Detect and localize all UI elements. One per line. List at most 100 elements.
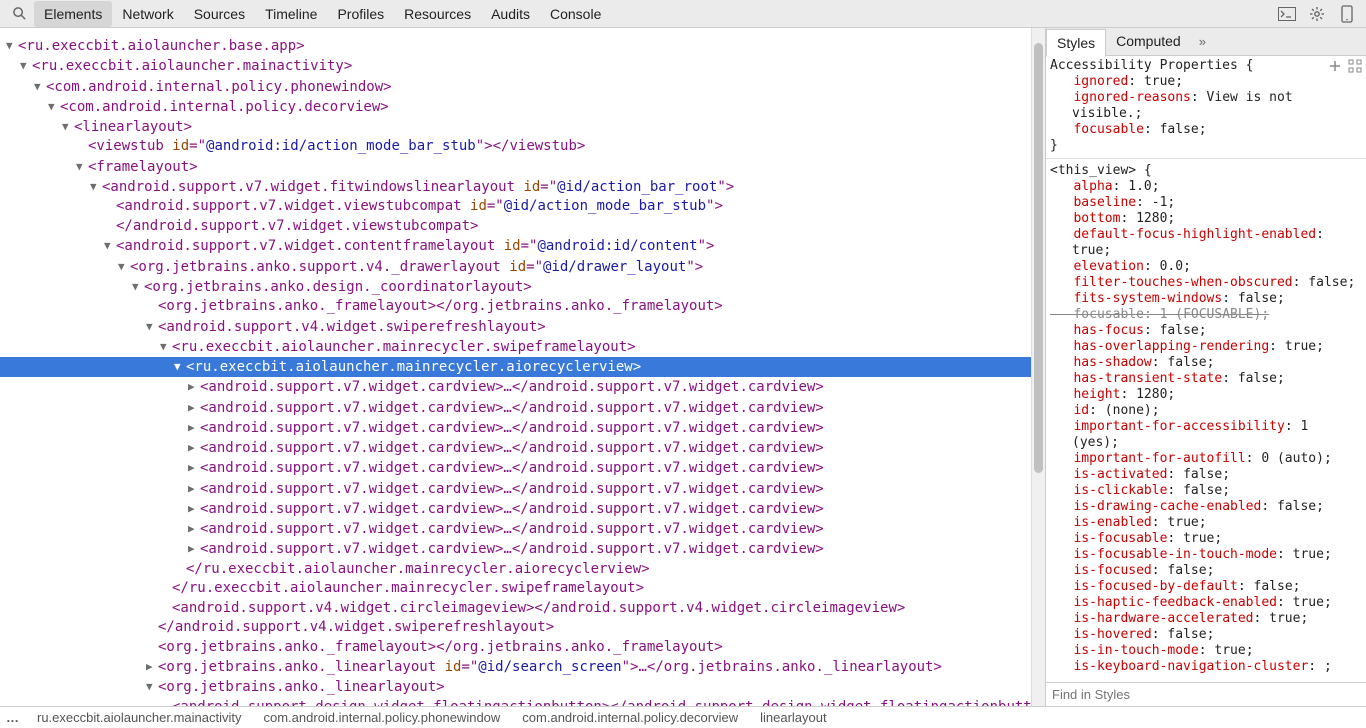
- style-property[interactable]: is-focusable-in-touch-mode: true;: [1050, 547, 1362, 563]
- style-property[interactable]: focusable: 1 (FOCUSABLE);: [1050, 307, 1362, 323]
- tree-node[interactable]: <org.jetbrains.anko._framelayout></org.j…: [0, 638, 1031, 658]
- tab-sources[interactable]: Sources: [184, 1, 255, 27]
- tree-node[interactable]: ▼<framelayout>: [0, 157, 1031, 177]
- main-split: ▼<ru.execcbit.aiolauncher.base.app>▼<ru.…: [0, 28, 1366, 706]
- tree-node[interactable]: ▶<android.support.v7.widget.cardview>…</…: [0, 398, 1031, 418]
- style-property[interactable]: is-keyboard-navigation-cluster: ;: [1050, 659, 1362, 675]
- tree-node[interactable]: ▼<com.android.internal.policy.phonewindo…: [0, 77, 1031, 97]
- tree-node[interactable]: ▼<ru.execcbit.aiolauncher.mainactivity>: [0, 56, 1031, 76]
- tree-node[interactable]: <org.jetbrains.anko._framelayout></org.j…: [0, 297, 1031, 317]
- tab-resources[interactable]: Resources: [394, 1, 481, 27]
- tree-node[interactable]: ▼<linearlayout>: [0, 117, 1031, 137]
- style-property[interactable]: has-shadow: false;: [1050, 355, 1362, 371]
- styles-body[interactable]: Accessibility Properties { ignored: true…: [1046, 56, 1366, 682]
- style-property[interactable]: is-focused-by-default: false;: [1050, 579, 1362, 595]
- panel-tabs: ElementsNetworkSourcesTimelineProfilesRe…: [34, 1, 1272, 27]
- tree-node[interactable]: ▼<android.support.v4.widget.swiperefresh…: [0, 317, 1031, 337]
- breadcrumb-item[interactable]: com.android.internal.policy.phonewindow: [264, 710, 501, 725]
- main-toolbar: ElementsNetworkSourcesTimelineProfilesRe…: [0, 0, 1366, 28]
- scrollbar-thumb[interactable]: [1034, 43, 1043, 473]
- style-property[interactable]: ignored: true;: [1050, 74, 1362, 90]
- more-tabs-icon[interactable]: »: [1191, 29, 1214, 54]
- tree-node[interactable]: ▼<android.support.v7.widget.contentframe…: [0, 236, 1031, 256]
- tab-profiles[interactable]: Profiles: [327, 1, 394, 27]
- tree-node[interactable]: ▶<android.support.v7.widget.cardview>…</…: [0, 438, 1031, 458]
- style-property[interactable]: is-focused: false;: [1050, 563, 1362, 579]
- tree-node[interactable]: ▶<android.support.v7.widget.cardview>…</…: [0, 418, 1031, 438]
- style-property[interactable]: is-focusable: true;: [1050, 531, 1362, 547]
- breadcrumb-item[interactable]: linearlayout: [760, 710, 827, 725]
- style-property[interactable]: bottom: 1280;: [1050, 211, 1362, 227]
- filter-icon[interactable]: [1348, 59, 1362, 73]
- style-property[interactable]: baseline: -1;: [1050, 195, 1362, 211]
- tab-console[interactable]: Console: [540, 1, 611, 27]
- style-property[interactable]: important-for-autofill: 0 (auto);: [1050, 451, 1362, 467]
- tree-node[interactable]: ▼<org.jetbrains.anko._linearlayout>: [0, 677, 1031, 697]
- style-property[interactable]: default-focus-highlight-enabled: true;: [1050, 227, 1362, 259]
- tree-node[interactable]: <android.support.v7.widget.viewstubcompa…: [0, 197, 1031, 217]
- breadcrumb-item[interactable]: ru.execcbit.aiolauncher.mainactivity: [37, 710, 242, 725]
- console-toggle-icon[interactable]: [1278, 5, 1296, 23]
- style-property[interactable]: ignored-reasons: View is not visible.;: [1050, 90, 1362, 122]
- tree-node[interactable]: ▶<android.support.v7.widget.cardview>…</…: [0, 458, 1031, 478]
- tree-node[interactable]: <android.support.v4.widget.circleimagevi…: [0, 599, 1031, 619]
- tab-elements[interactable]: Elements: [34, 1, 112, 27]
- breadcrumb-item[interactable]: com.android.internal.policy.decorview: [522, 710, 738, 725]
- style-property[interactable]: focusable: false;: [1050, 122, 1362, 138]
- settings-gear-icon[interactable]: [1308, 5, 1326, 23]
- search-icon[interactable]: [10, 5, 28, 23]
- tree-node[interactable]: </ru.execcbit.aiolauncher.mainrecycler.s…: [0, 579, 1031, 599]
- tree-node[interactable]: ▼<ru.execcbit.aiolauncher.mainrecycler.s…: [0, 337, 1031, 357]
- tree-node[interactable]: </ru.execcbit.aiolauncher.mainrecycler.a…: [0, 560, 1031, 580]
- tree-node[interactable]: ▶<android.support.v7.widget.cardview>…</…: [0, 499, 1031, 519]
- device-icon[interactable]: [1338, 5, 1356, 23]
- style-property[interactable]: is-hovered: false;: [1050, 627, 1362, 643]
- tree-node[interactable]: ▶<android.support.v7.widget.cardview>…</…: [0, 479, 1031, 499]
- tree-node[interactable]: ▼<com.android.internal.policy.decorview>: [0, 97, 1031, 117]
- style-property[interactable]: is-drawing-cache-enabled: false;: [1050, 499, 1362, 515]
- style-property[interactable]: elevation: 0.0;: [1050, 259, 1362, 275]
- style-property[interactable]: is-in-touch-mode: true;: [1050, 643, 1362, 659]
- style-property[interactable]: has-overlapping-rendering: true;: [1050, 339, 1362, 355]
- tree-node[interactable]: ▶<android.support.v7.widget.cardview>…</…: [0, 539, 1031, 559]
- tab-network[interactable]: Network: [112, 1, 183, 27]
- elements-tree[interactable]: ▼<ru.execcbit.aiolauncher.base.app>▼<ru.…: [0, 28, 1031, 706]
- styles-sidebar: StylesComputed » Accessibility Propertie…: [1046, 28, 1366, 706]
- tree-node[interactable]: ▼<org.jetbrains.anko.design._coordinator…: [0, 277, 1031, 297]
- style-property[interactable]: important-for-accessibility: 1 (yes);: [1050, 419, 1362, 451]
- style-property[interactable]: is-activated: false;: [1050, 467, 1362, 483]
- tree-node[interactable]: ▶<android.support.v7.widget.cardview>…</…: [0, 377, 1031, 397]
- style-property[interactable]: is-hardware-accelerated: true;: [1050, 611, 1362, 627]
- tree-node[interactable]: ▼<org.jetbrains.anko.support.v4._drawerl…: [0, 257, 1031, 277]
- style-property[interactable]: has-focus: false;: [1050, 323, 1362, 339]
- tree-node[interactable]: <android.support.design.widget.floatinga…: [0, 698, 1031, 707]
- tree-node[interactable]: ▼<ru.execcbit.aiolauncher.base.app>: [0, 36, 1031, 56]
- tab-audits[interactable]: Audits: [481, 1, 540, 27]
- style-property[interactable]: has-transient-state: false;: [1050, 371, 1362, 387]
- add-property-icon[interactable]: [1328, 59, 1342, 73]
- tab-timeline[interactable]: Timeline: [255, 1, 327, 27]
- style-property[interactable]: is-clickable: false;: [1050, 483, 1362, 499]
- style-property[interactable]: is-enabled: true;: [1050, 515, 1362, 531]
- style-property[interactable]: alpha: 1.0;: [1050, 179, 1362, 195]
- breadcrumb-bar: … ru.execcbit.aiolauncher.mainactivity com…: [0, 706, 1366, 728]
- tree-node[interactable]: ▶<org.jetbrains.anko._linearlayout id="@…: [0, 657, 1031, 677]
- style-property[interactable]: fits-system-windows: false;: [1050, 291, 1362, 307]
- style-property[interactable]: is-haptic-feedback-enabled: true;: [1050, 595, 1362, 611]
- tree-node[interactable]: </android.support.v7.widget.viewstubcomp…: [0, 217, 1031, 237]
- tree-node[interactable]: <viewstub id="@android:id/action_mode_ba…: [0, 137, 1031, 157]
- elements-tree-panel: ▼<ru.execcbit.aiolauncher.base.app>▼<ru.…: [0, 28, 1046, 706]
- sidebar-tabs: StylesComputed »: [1046, 28, 1366, 56]
- tree-node[interactable]: ▼<android.support.v7.widget.fitwindowsli…: [0, 177, 1031, 197]
- tree-scrollbar[interactable]: [1031, 28, 1045, 706]
- breadcrumb-overflow[interactable]: …: [6, 710, 19, 725]
- tree-node[interactable]: </android.support.v4.widget.swiperefresh…: [0, 618, 1031, 638]
- style-property[interactable]: filter-touches-when-obscured: false;: [1050, 275, 1362, 291]
- style-property[interactable]: id: (none);: [1050, 403, 1362, 419]
- tree-node[interactable]: ▼<ru.execcbit.aiolauncher.mainrecycler.a…: [0, 357, 1031, 377]
- tree-node[interactable]: ▶<android.support.v7.widget.cardview>…</…: [0, 519, 1031, 539]
- sidebar-tab-computed[interactable]: Computed: [1106, 28, 1191, 56]
- find-in-styles-input[interactable]: [1052, 687, 1360, 702]
- sidebar-tab-styles[interactable]: Styles: [1046, 29, 1106, 57]
- style-property[interactable]: height: 1280;: [1050, 387, 1362, 403]
